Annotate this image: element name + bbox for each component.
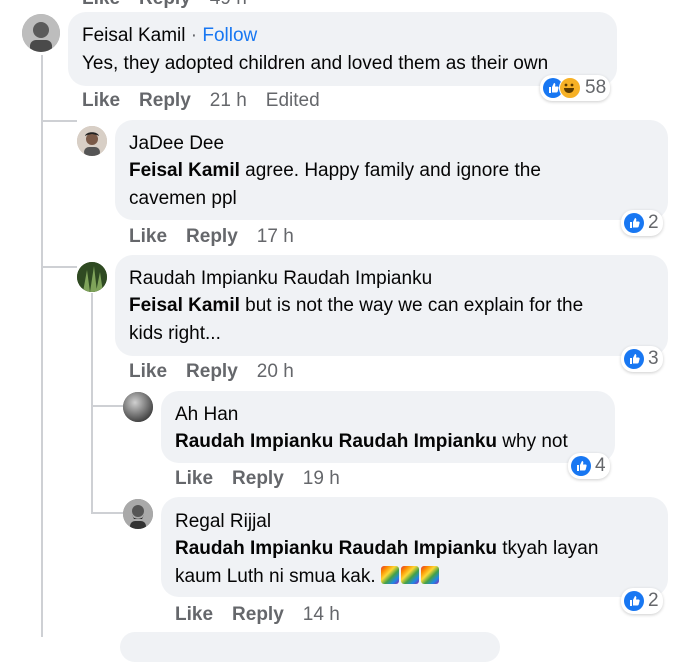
like-icon [624, 591, 644, 611]
comment-text: Raudah Impianku Raudah Impianku tkyah la… [175, 535, 598, 563]
comment-author[interactable]: Raudah Impianku Raudah Impianku [129, 268, 432, 290]
reaction-summary[interactable]: 4 [568, 453, 610, 479]
comment-author[interactable]: Ah Han [175, 404, 238, 426]
reply-link[interactable]: Reply [139, 90, 191, 112]
comment-author: Feisal Kamil · Follow [82, 25, 257, 47]
reaction-count: 2 [648, 212, 659, 233]
reaction-count: 2 [648, 590, 659, 611]
rainbow-emoji [400, 566, 419, 584]
edited-label: Edited [265, 90, 320, 111]
comment-actions: Like Reply 21 h Edited [82, 90, 339, 112]
comment-text: Feisal Kamil agree. Happy family and ign… [129, 157, 541, 185]
thread-line-main [41, 55, 43, 637]
mention-link[interactable]: Feisal Kamil [129, 295, 240, 316]
avatar[interactable] [123, 499, 153, 529]
reaction-summary[interactable]: 2 [621, 588, 663, 614]
reply-link[interactable]: Reply [232, 468, 284, 490]
thread-line-branch-2 [41, 266, 77, 268]
comment-author[interactable]: JaDee Dee [129, 133, 224, 155]
separator-dot: · [190, 25, 198, 46]
like-link[interactable]: Like [129, 361, 167, 383]
comment-text-line: cavemen ppl [129, 188, 237, 209]
mention-link[interactable]: Raudah Impianku Raudah Impianku [175, 431, 497, 452]
avatar[interactable] [123, 392, 153, 422]
comment-actions: Like Reply 20 h [129, 361, 313, 383]
thread-line-branch-1 [41, 120, 77, 122]
mention-link[interactable]: Raudah Impianku Raudah Impianku [175, 538, 497, 559]
comment-actions: Like Reply 19 h [175, 468, 359, 490]
like-link[interactable]: Like [82, 0, 120, 10]
author-name[interactable]: Feisal Kamil [82, 25, 185, 46]
comment-text-line: kaum Luth ni smua kak. [175, 566, 376, 587]
avatar[interactable] [77, 126, 107, 156]
reaction-count: 4 [595, 455, 606, 476]
comment-text-line: kids right... [129, 323, 221, 344]
like-link[interactable]: Like [129, 226, 167, 248]
mention-link[interactable]: Feisal Kamil [129, 160, 240, 181]
avatar[interactable] [77, 262, 107, 292]
haha-icon [559, 77, 581, 99]
comment-text: Raudah Impianku Raudah Impianku why not [175, 428, 568, 456]
thread-line-sub [91, 293, 93, 513]
previous-comment-actions: Like Reply 49 h [82, 0, 266, 10]
timestamp[interactable]: 19 h [303, 468, 340, 490]
timestamp[interactable]: 49 h [210, 0, 247, 10]
reaction-summary[interactable]: 3 [621, 346, 663, 372]
comment-text-line: tkyah layan [497, 538, 599, 559]
reaction-summary[interactable]: 58 [540, 75, 611, 101]
follow-button[interactable]: Follow [202, 25, 257, 46]
timestamp[interactable]: 14 h [303, 604, 340, 626]
comment-text: kaum Luth ni smua kak. [175, 563, 441, 591]
like-link[interactable]: Like [175, 604, 213, 626]
comment-text-line: why not [497, 431, 568, 452]
comment-actions: Like Reply 17 h [129, 226, 313, 248]
comment-author[interactable]: Regal Rijjal [175, 511, 271, 533]
reply-link[interactable]: Reply [232, 604, 284, 626]
reaction-count: 3 [648, 348, 659, 369]
reaction-count: 58 [585, 77, 607, 98]
timestamp[interactable]: 21 h [210, 90, 247, 112]
timestamp[interactable]: 17 h [257, 226, 294, 248]
like-link[interactable]: Like [82, 90, 120, 112]
reply-link[interactable]: Reply [186, 226, 238, 248]
comment-text: Yes, they adopted children and loved the… [82, 53, 549, 74]
comment-text-line: but is not the way we can explain for th… [239, 295, 584, 316]
thread-line-sub-branch-2 [91, 512, 123, 514]
like-link[interactable]: Like [175, 468, 213, 490]
like-icon [624, 213, 644, 233]
reply-link[interactable]: Reply [186, 361, 238, 383]
like-icon [571, 456, 591, 476]
reply-link[interactable]: Reply [139, 0, 191, 10]
timestamp[interactable]: 20 h [257, 361, 294, 383]
comment-text-line: agree. Happy family and ignore the [239, 160, 541, 181]
thread-line-sub-branch-1 [91, 405, 123, 407]
rainbow-emoji [420, 566, 439, 584]
reaction-summary[interactable]: 2 [621, 210, 663, 236]
like-icon [624, 349, 644, 369]
comment-text: Feisal Kamil but is not the way we can e… [129, 292, 583, 320]
comment-actions: Like Reply 14 h [175, 604, 359, 626]
rainbow-emoji [380, 566, 399, 584]
avatar[interactable] [22, 14, 60, 52]
